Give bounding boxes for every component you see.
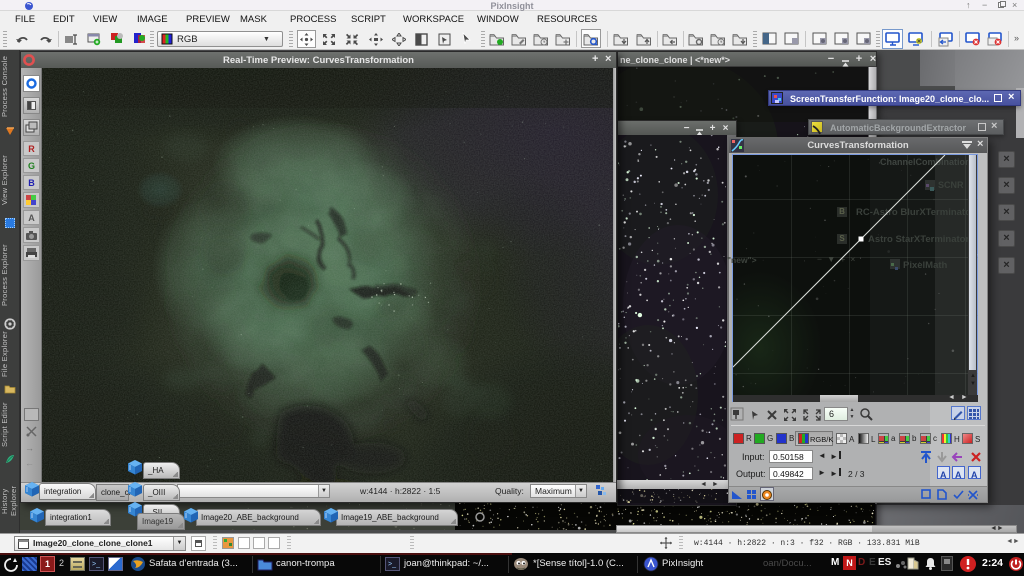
- svg-text:A: A: [971, 470, 978, 480]
- svg-text:A: A: [955, 470, 962, 480]
- svg-text:A: A: [940, 470, 947, 480]
